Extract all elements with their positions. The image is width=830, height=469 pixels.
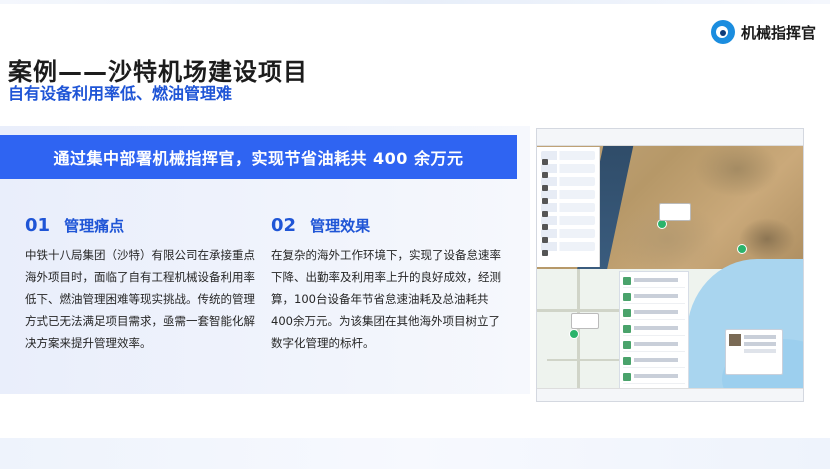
bottom-band (0, 438, 830, 469)
map-label (571, 313, 599, 329)
section-heading: 管理效果 (310, 217, 371, 235)
page-subtitle: 自有设备利用率低、燃油管理难 (8, 84, 233, 103)
section-number: 02 (271, 215, 297, 236)
device-list-panel (537, 147, 600, 267)
top-divider (0, 0, 830, 4)
brand-name: 机械指挥官 (740, 23, 816, 42)
device-marker-icon (569, 329, 579, 339)
section-header: 02 管理效果 (271, 215, 509, 236)
section-heading: 管理痛点 (64, 217, 125, 235)
eye-logo-icon (710, 20, 735, 44)
road (547, 359, 619, 361)
screenshot-statusbar (537, 388, 803, 401)
highlight-banner: 通过集中部署机械指挥官，实现节省油耗共 400 余万元 (0, 135, 517, 179)
device-list-panel (619, 271, 689, 401)
device-popup (659, 203, 691, 221)
section-header: 01 管理痛点 (25, 215, 263, 236)
section-pain-points: 01 管理痛点 中铁十八局集团（沙特）有限公司在承接重点海外项目时，面临了自有工… (25, 215, 263, 354)
product-screenshots (536, 128, 804, 402)
brand-header: 机械指挥官 (710, 20, 816, 44)
satellite-map-screenshot (537, 129, 803, 269)
section-number: 01 (25, 215, 51, 236)
section-body: 中铁十八局集团（沙特）有限公司在承接重点海外项目时，面临了自有工程机械设备利用率… (25, 248, 255, 350)
device-marker-icon (737, 244, 747, 254)
device-detail-card (725, 329, 783, 375)
screenshot-toolbar (537, 129, 803, 146)
section-results: 02 管理效果 在复杂的海外工作环境下，实现了设备怠速率下降、出勤率及利用率上升… (271, 215, 509, 354)
street-map-screenshot (537, 259, 803, 401)
section-body: 在复杂的海外工作环境下，实现了设备怠速率下降、出勤率及利用率上升的良好成效，经测… (271, 248, 501, 350)
